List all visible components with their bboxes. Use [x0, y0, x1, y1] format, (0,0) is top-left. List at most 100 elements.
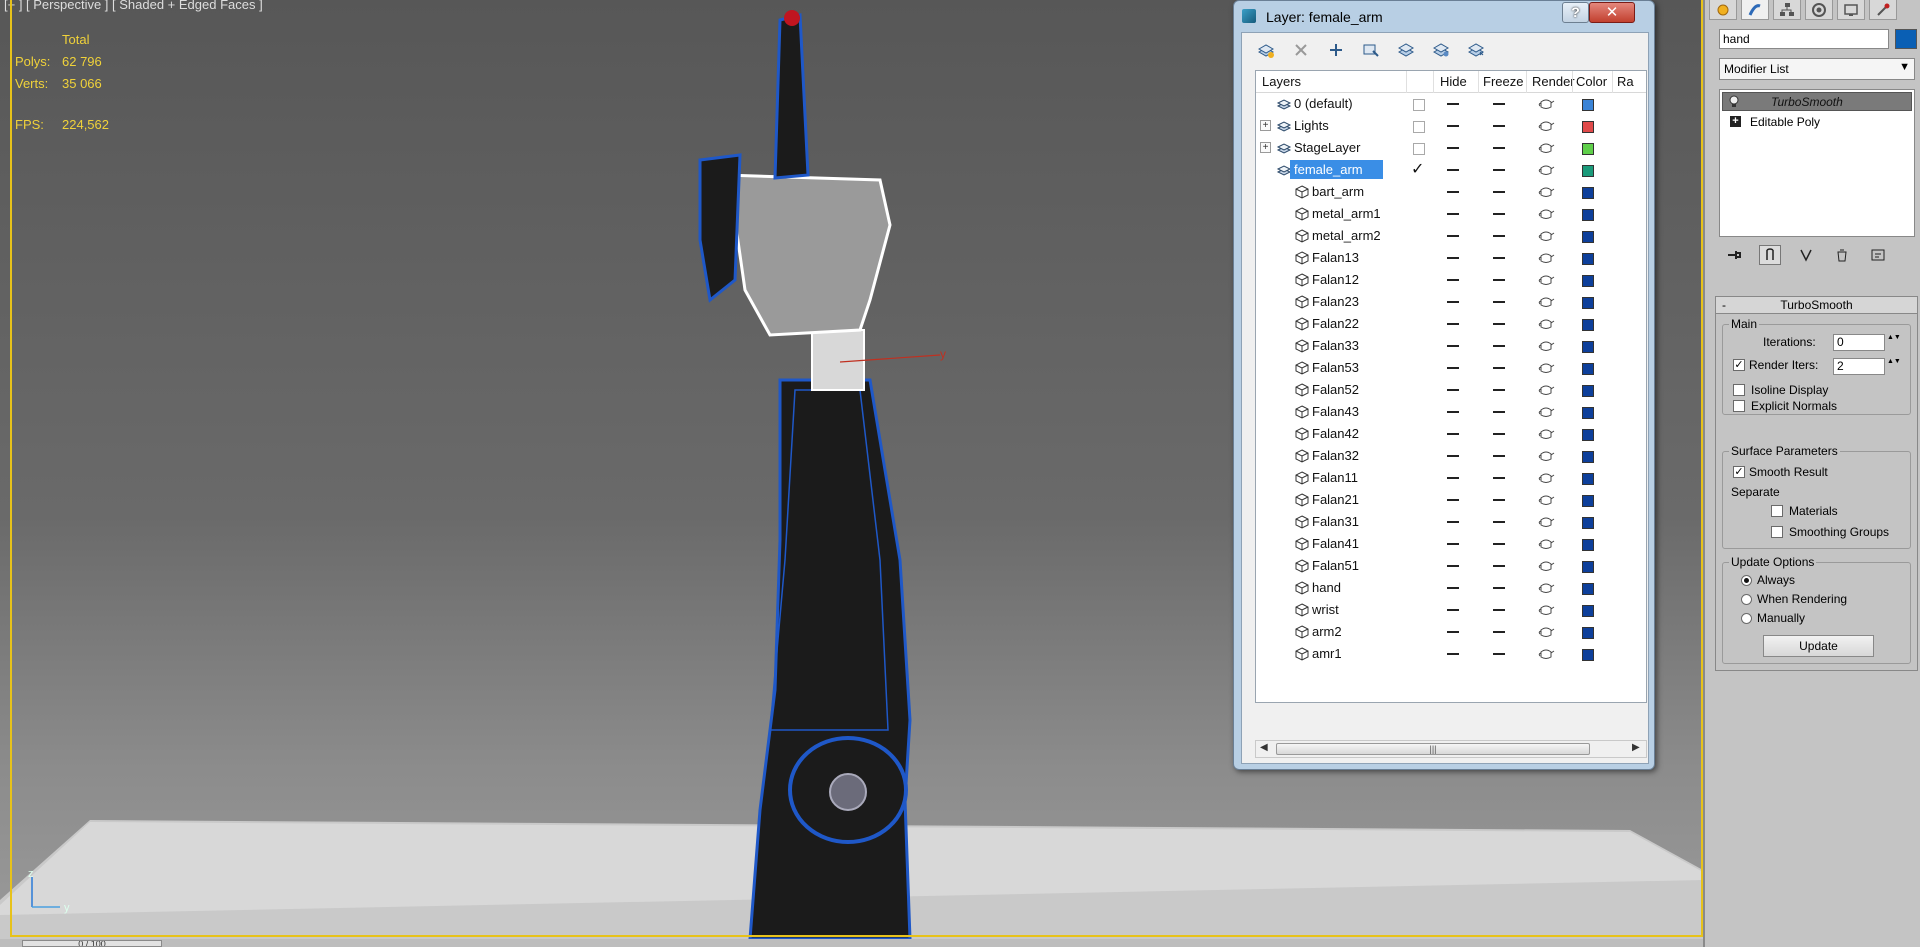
hide-toggle[interactable] — [1447, 323, 1459, 325]
expand-icon[interactable]: + — [1260, 142, 1271, 153]
hide-toggle[interactable] — [1447, 125, 1459, 127]
object-name[interactable]: Falan23 — [1312, 294, 1359, 309]
freeze-toggle[interactable] — [1493, 411, 1505, 413]
manually-radio[interactable] — [1741, 613, 1752, 624]
object-name[interactable]: metal_arm2 — [1312, 228, 1381, 243]
object-row[interactable]: hand — [1256, 577, 1646, 599]
hide-toggle[interactable] — [1447, 147, 1459, 149]
collapse-icon[interactable]: - — [1722, 297, 1726, 314]
color-swatch[interactable] — [1582, 627, 1594, 639]
freeze-toggle[interactable] — [1493, 257, 1505, 259]
hide-toggle[interactable] — [1447, 389, 1459, 391]
rollout-title[interactable]: - TurboSmooth — [1716, 297, 1917, 314]
freeze-toggle[interactable] — [1493, 235, 1505, 237]
scroll-thumb[interactable]: ||| — [1276, 743, 1590, 755]
color-swatch[interactable] — [1582, 319, 1594, 331]
object-name[interactable]: Falan43 — [1312, 404, 1359, 419]
col-render[interactable]: Render — [1532, 74, 1575, 89]
color-swatch[interactable] — [1582, 341, 1594, 353]
stack-item-editable-poly[interactable]: + Editable Poly — [1720, 113, 1914, 132]
remove-modifier-icon[interactable] — [1831, 245, 1853, 265]
color-swatch[interactable] — [1582, 385, 1594, 397]
render-teapot-icon[interactable] — [1537, 229, 1555, 243]
hide-toggle[interactable] — [1447, 367, 1459, 369]
object-row[interactable]: Falan11 — [1256, 467, 1646, 489]
hide-toggle[interactable] — [1447, 455, 1459, 457]
render-teapot-icon[interactable] — [1537, 603, 1555, 617]
create-layer-icon[interactable] — [1254, 38, 1278, 62]
freeze-toggle[interactable] — [1493, 499, 1505, 501]
color-swatch[interactable] — [1582, 363, 1594, 375]
render-iters-spinner[interactable]: 2 — [1833, 358, 1885, 375]
hide-toggle[interactable] — [1447, 477, 1459, 479]
object-row[interactable]: Falan12 — [1256, 269, 1646, 291]
current-layer-checkbox[interactable] — [1413, 143, 1425, 155]
arm-model[interactable] — [698, 10, 941, 939]
hide-toggle[interactable] — [1447, 609, 1459, 611]
col-radiosity[interactable]: Ra — [1617, 74, 1634, 89]
color-swatch[interactable] — [1582, 451, 1594, 463]
iterations-spin-arrows[interactable]: ▲▼ — [1887, 334, 1901, 351]
freeze-toggle[interactable] — [1493, 213, 1505, 215]
layer-row[interactable]: 0 (default) — [1256, 93, 1646, 115]
object-row[interactable]: arm2 — [1256, 621, 1646, 643]
modifier-list-dropdown[interactable]: Modifier List ▼ — [1719, 58, 1915, 80]
hide-toggle[interactable] — [1447, 631, 1459, 633]
render-teapot-icon[interactable] — [1537, 559, 1555, 573]
object-name[interactable]: Falan21 — [1312, 492, 1359, 507]
freeze-toggle[interactable] — [1493, 323, 1505, 325]
current-layer-checkbox[interactable] — [1413, 121, 1425, 133]
object-row[interactable]: wrist — [1256, 599, 1646, 621]
lightbulb-icon[interactable] — [1728, 95, 1740, 108]
color-swatch[interactable] — [1582, 297, 1594, 309]
object-row[interactable]: Falan43 — [1256, 401, 1646, 423]
object-color-swatch[interactable] — [1895, 29, 1917, 49]
render-teapot-icon[interactable] — [1537, 405, 1555, 419]
hide-toggle[interactable] — [1447, 543, 1459, 545]
render-teapot-icon[interactable] — [1537, 339, 1555, 353]
freeze-toggle[interactable] — [1493, 389, 1505, 391]
configure-sets-icon[interactable] — [1867, 245, 1889, 265]
object-name[interactable]: Falan22 — [1312, 316, 1359, 331]
hide-toggle[interactable] — [1447, 301, 1459, 303]
hierarchy-tab-icon[interactable] — [1773, 0, 1801, 20]
freeze-toggle[interactable] — [1493, 543, 1505, 545]
object-name[interactable]: arm2 — [1312, 624, 1342, 639]
layer-row[interactable]: female_arm ✓ — [1256, 159, 1646, 181]
color-swatch[interactable] — [1582, 429, 1594, 441]
color-swatch[interactable] — [1582, 231, 1594, 243]
iterations-spinner[interactable]: 0 — [1833, 334, 1885, 351]
render-teapot-icon[interactable] — [1537, 515, 1555, 529]
object-row[interactable]: Falan51 — [1256, 555, 1646, 577]
object-row[interactable]: amr1 — [1256, 643, 1646, 665]
color-swatch[interactable] — [1582, 253, 1594, 265]
color-swatch[interactable] — [1582, 143, 1594, 155]
materials-checkbox[interactable] — [1771, 505, 1783, 517]
object-row[interactable]: Falan13 — [1256, 247, 1646, 269]
object-name[interactable]: wrist — [1312, 602, 1339, 617]
freeze-toggle[interactable] — [1493, 587, 1505, 589]
object-name[interactable]: Falan33 — [1312, 338, 1359, 353]
pin-stack-icon[interactable] — [1723, 245, 1745, 265]
render-teapot-icon[interactable] — [1537, 427, 1555, 441]
freeze-toggle[interactable] — [1493, 609, 1505, 611]
freeze-toggle[interactable] — [1493, 169, 1505, 171]
object-name-field[interactable]: hand — [1719, 29, 1889, 49]
smoothing-groups-checkbox[interactable] — [1771, 526, 1783, 538]
render-teapot-icon[interactable] — [1537, 185, 1555, 199]
render-teapot-icon[interactable] — [1537, 581, 1555, 595]
object-row[interactable]: Falan32 — [1256, 445, 1646, 467]
hide-toggle[interactable] — [1447, 565, 1459, 567]
object-name[interactable]: bart_arm — [1312, 184, 1364, 199]
update-button[interactable]: Update — [1763, 635, 1874, 657]
hide-toggle[interactable] — [1447, 433, 1459, 435]
stack-item-turbosmooth[interactable]: TurboSmooth — [1722, 92, 1912, 111]
render-teapot-icon[interactable] — [1537, 449, 1555, 463]
layer-row[interactable]: + StageLayer — [1256, 137, 1646, 159]
hide-toggle[interactable] — [1447, 169, 1459, 171]
render-teapot-icon[interactable] — [1537, 141, 1555, 155]
freeze-toggle[interactable] — [1493, 191, 1505, 193]
col-freeze[interactable]: Freeze — [1483, 74, 1523, 89]
color-swatch[interactable] — [1582, 121, 1594, 133]
freeze-toggle[interactable] — [1493, 565, 1505, 567]
